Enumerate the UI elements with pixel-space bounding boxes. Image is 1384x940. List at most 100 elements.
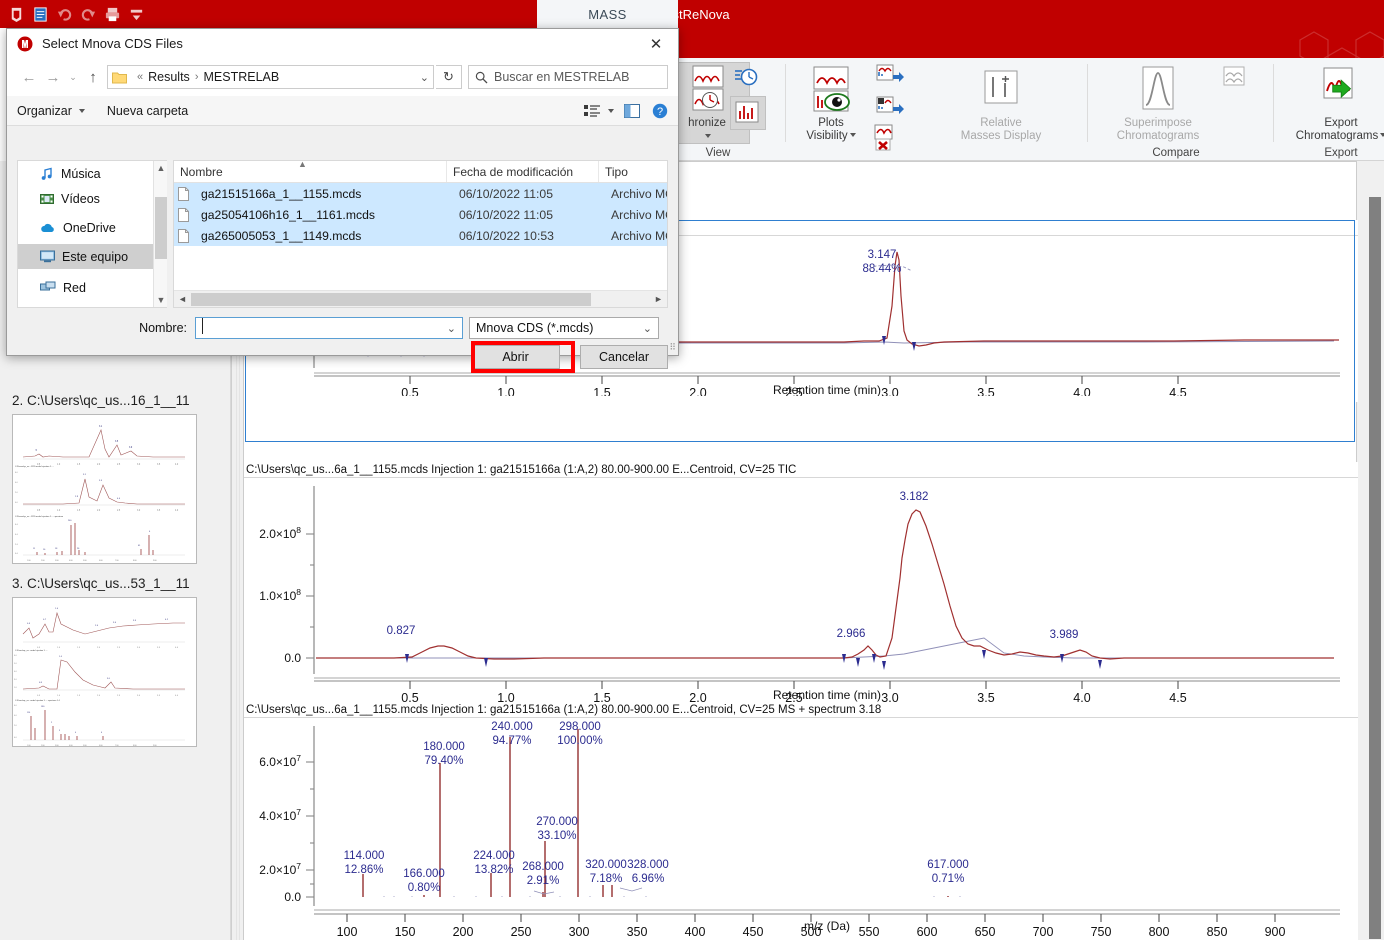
thumbnail-item-3[interactable]: 3. C:\Users\qc_us...53_1__11 0.5 0.7 1.0 2… — [12, 576, 212, 747]
thumbnail-item-2[interactable]: 2. C:\Users\qc_us...16_1__11 .5 3.1 3.5 3.9… — [12, 393, 212, 564]
resize-grip[interactable]: ⠿ — [669, 342, 676, 353]
new-folder-button[interactable]: Nueva carpeta — [107, 104, 188, 118]
file-list-hscrollbar[interactable]: ◄ ► — [174, 290, 667, 307]
column-header-fecha[interactable]: Fecha de modificación — [446, 161, 598, 182]
svg-text:700: 700 — [1033, 925, 1054, 939]
refresh-button[interactable]: ↻ — [436, 65, 462, 89]
svg-text:0.8: 0.8 — [39, 682, 43, 684]
ms-label-298: 298.000 — [559, 721, 601, 733]
plot-canvas[interactable]: 2.0×108 1.0×108 0.0 0.5 1.0 1.5 2.0 2.5 3.0 — [244, 478, 1358, 706]
file-list[interactable]: Nombre ▲ Fecha de modificación Tipo ga21… — [173, 159, 668, 308]
breadcrumb[interactable]: « Results › MESTRELAB ⌄ — [107, 65, 434, 89]
svg-text:C:\Users\qc_us...mcds Injectio: C:\Users\qc_us...mcds Injection 1: ... — [15, 649, 48, 652]
page-scrollbar-thumb[interactable] — [1369, 197, 1381, 939]
sidebar-scrollbar[interactable]: ▲ ▼ — [153, 161, 167, 307]
dialog-places-sidebar[interactable]: Música Vídeos OneDrive Este equipo Red ▲… — [17, 160, 167, 308]
help-button[interactable]: ? — [652, 103, 668, 119]
folder-icon — [112, 72, 127, 83]
sidebar-item-videos[interactable]: Vídeos — [18, 186, 167, 211]
y-tick-2e8: 2.0×108 — [259, 525, 301, 541]
preview-pane-button[interactable] — [624, 103, 640, 118]
chevron-down-icon[interactable]: ⌄ — [447, 322, 456, 335]
redo-icon[interactable] — [80, 6, 97, 23]
forward-button[interactable]: → — [41, 65, 65, 89]
chevron-down-icon[interactable] — [705, 134, 711, 138]
plot-ms-spectrum[interactable]: C:\Users\qc_us...6a_1__1155.mcds Injecti… — [244, 702, 1358, 940]
chevron-down-icon[interactable] — [849, 133, 856, 137]
table-row[interactable]: ga265005053_1__1149.mcds 06/10/2022 10:5… — [174, 225, 667, 246]
svg-text:2.5: 2.5 — [117, 647, 121, 649]
quick-access-toolbar[interactable] — [4, 0, 145, 28]
ms-pct-240: 94.77% — [492, 735, 531, 747]
file-name: ga25054106h16_1__1161.mcds — [201, 207, 375, 222]
chevron-up-icon[interactable]: ▲ — [154, 161, 167, 175]
svg-text:4: 4 — [75, 732, 77, 734]
group-label-compare: Compare — [1152, 147, 1200, 159]
sidebar-label: OneDrive — [63, 220, 116, 235]
bar-plot-button[interactable] — [734, 100, 760, 126]
customize-qat-icon[interactable] — [128, 6, 145, 23]
undo-icon[interactable] — [56, 6, 73, 23]
svg-text:1.5: 1.5 — [77, 695, 81, 697]
sidebar-item-este-equipo[interactable]: Este equipo — [18, 244, 167, 269]
svg-text:300: 300 — [55, 560, 59, 562]
breadcrumb-item-results[interactable]: Results — [148, 70, 190, 84]
group-label-export: Export — [1324, 147, 1358, 159]
file-type: Archivo MCDS — [611, 207, 667, 222]
cancel-button[interactable]: Cancelar — [580, 345, 668, 369]
svg-text:1.0: 1.0 — [14, 687, 17, 689]
close-icon[interactable]: ✕ — [634, 29, 678, 58]
export-chromatograms-button[interactable]: Export Chromatograms — [1276, 62, 1384, 143]
svg-text:2.5: 2.5 — [117, 464, 121, 466]
relative-masses-label: Relative Masses Display — [960, 117, 1042, 142]
plot-title: C:\Users\qc_us...6a_1__1155.mcds Injecti… — [244, 702, 1358, 718]
file-open-dialog[interactable]: Select Mnova CDS Files ✕ ← → ⌄ ↑ « Resul… — [6, 28, 679, 373]
time-axis-button[interactable] — [733, 66, 759, 92]
delete-plot-button[interactable] — [874, 124, 900, 151]
search-input[interactable]: Buscar en MESTRELAB — [468, 65, 668, 89]
svg-text:2.0: 2.0 — [15, 492, 19, 494]
chevron-left-icon[interactable]: ◄ — [174, 294, 191, 304]
plots-visibility-button[interactable]: Plots Visibility — [788, 62, 874, 143]
table-row[interactable]: ga21515166a_1__1155.mcds 06/10/2022 11:0… — [174, 183, 667, 204]
chevron-down-icon[interactable]: ▼ — [154, 293, 167, 307]
plot-canvas[interactable]: 6.0×107 4.0×107 2.0×107 0.0 100 150 200 … — [244, 718, 1358, 940]
svg-text:800: 800 — [133, 745, 137, 746]
lock-plot-button[interactable] — [876, 96, 904, 122]
recent-locations-button[interactable]: ⌄ — [65, 65, 81, 89]
sidebar-item-red[interactable]: Red — [18, 275, 167, 300]
column-header-nombre[interactable]: Nombre ▲ — [174, 159, 446, 182]
svg-text:800: 800 — [1149, 925, 1170, 939]
svg-text:C:\Users\qc_us...1155.mcds Inj: C:\Users\qc_us...1155.mcds Injection 1: … — [15, 465, 54, 468]
up-button[interactable]: ↑ — [81, 65, 105, 89]
new-document-icon[interactable] — [32, 6, 49, 23]
svg-text:2.0×107: 2.0×107 — [259, 861, 301, 877]
svg-text:1.0: 1.0 — [55, 608, 59, 610]
column-header-tipo[interactable]: Tipo — [598, 161, 667, 182]
print-icon[interactable] — [104, 6, 121, 23]
organize-button[interactable]: Organizar — [17, 104, 85, 118]
back-button[interactable]: ← — [17, 65, 41, 89]
svg-text:1.5: 1.5 — [593, 386, 610, 396]
breadcrumb-item-mestrelab[interactable]: MESTRELAB — [203, 70, 279, 84]
svg-text:4.0: 4.0 — [175, 464, 179, 466]
app-logo-icon[interactable] — [8, 6, 25, 23]
chevron-down-icon[interactable] — [1380, 133, 1384, 137]
table-row[interactable]: ga25054106h16_1__1161.mcds 06/10/2022 11… — [174, 204, 667, 225]
ms-label-240: 240.000 — [491, 721, 533, 733]
sidebar-item-musica[interactable]: Música — [18, 161, 167, 186]
filename-input[interactable]: ⌄ — [195, 317, 463, 339]
hscroll-thumb[interactable] — [191, 292, 591, 306]
sidebar-item-onedrive[interactable]: OneDrive — [18, 215, 167, 240]
ms-pct-166: 0.80% — [408, 882, 441, 894]
view-mode-button[interactable] — [584, 104, 614, 118]
chevron-down-icon[interactable]: ⌄ — [643, 322, 652, 335]
tab-mass[interactable]: MASS — [537, 0, 678, 28]
synchronize-icon — [692, 65, 724, 111]
chevron-right-icon[interactable]: ► — [650, 294, 667, 304]
plot-tic-chromatogram[interactable]: C:\Users\qc_us...6a_1__1155.mcds Injecti… — [244, 462, 1358, 705]
export-plot-button[interactable] — [876, 64, 904, 90]
file-type-filter[interactable]: Mnova CDS (*.mcds) ⌄ — [469, 317, 659, 339]
sidebar-scroll-thumb[interactable] — [155, 197, 167, 259]
chevron-down-icon[interactable]: ⌄ — [420, 71, 429, 84]
